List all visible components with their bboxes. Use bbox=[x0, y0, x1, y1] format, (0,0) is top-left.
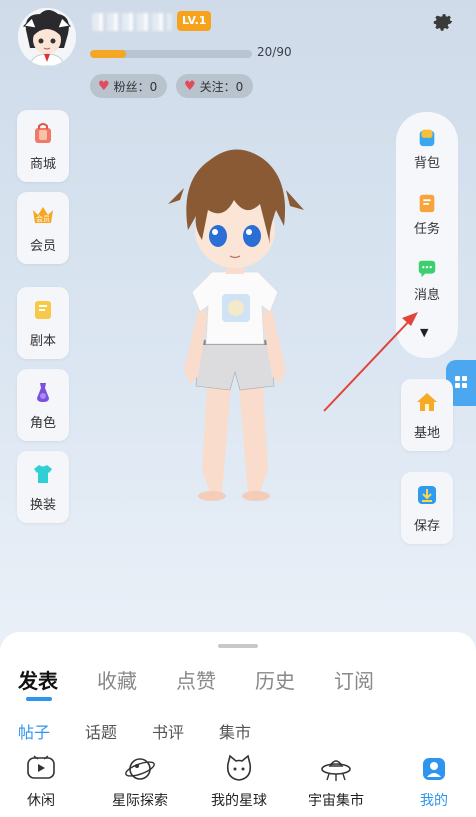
sheet-drag-handle[interactable] bbox=[218, 644, 258, 648]
follow-pill[interactable]: ♥ 关注：0 bbox=[176, 74, 254, 98]
chat-bubble-icon bbox=[418, 260, 436, 278]
level-badge: LV.1 bbox=[177, 11, 212, 31]
potion-icon bbox=[37, 382, 49, 402]
tv-icon bbox=[27, 755, 55, 779]
tshirt-icon bbox=[34, 464, 52, 483]
heart-icon: ♥ bbox=[184, 78, 196, 94]
nav-explore[interactable]: 星际探索 bbox=[100, 752, 180, 810]
nav-market-label: 宇宙集市 bbox=[308, 793, 364, 809]
nav-market[interactable]: 宇宙集市 bbox=[296, 752, 376, 810]
shopping-bag-icon bbox=[35, 122, 51, 143]
nav-mine-label: 我的 bbox=[420, 793, 448, 809]
nav-my-planet-label: 我的星球 bbox=[211, 793, 267, 809]
tab-likes[interactable]: 点赞 bbox=[176, 665, 216, 694]
message-label: 消息 bbox=[413, 288, 440, 303]
backpack-button[interactable]: 背包 bbox=[396, 126, 458, 171]
user-avatar[interactable] bbox=[18, 8, 76, 66]
script-button[interactable]: 剧本 bbox=[17, 287, 69, 359]
dress-label: 换装 bbox=[29, 497, 56, 513]
nav-leisure-label: 休闲 bbox=[27, 793, 55, 809]
fans-pill[interactable]: ♥ 粉丝：0 bbox=[90, 74, 168, 98]
nav-my-planet[interactable]: 我的星球 bbox=[199, 752, 279, 810]
gear-icon[interactable] bbox=[431, 10, 455, 34]
book-icon bbox=[35, 300, 51, 319]
script-label: 剧本 bbox=[29, 333, 56, 349]
base-label: 基地 bbox=[413, 425, 440, 441]
vip-label: 会员 bbox=[29, 238, 56, 254]
tab-favorites[interactable]: 收藏 bbox=[97, 665, 137, 694]
task-button[interactable]: 任务 bbox=[396, 192, 458, 237]
right-menu-panel: 背包 任务 消息 bbox=[396, 112, 458, 358]
save-button[interactable]: 保存 bbox=[401, 472, 453, 544]
follow-label: 关注：0 bbox=[199, 79, 244, 94]
crown-icon: 会员 bbox=[33, 206, 53, 223]
nav-mine[interactable]: 我的 bbox=[394, 752, 474, 810]
save-label: 保存 bbox=[413, 518, 440, 534]
ufo-icon bbox=[321, 760, 351, 781]
house-icon bbox=[417, 392, 437, 411]
base-button[interactable]: 基地 bbox=[401, 379, 453, 451]
task-label: 任务 bbox=[413, 222, 440, 237]
expand-caret-icon[interactable]: ▼ bbox=[420, 326, 428, 339]
svg-text:会员: 会员 bbox=[36, 214, 50, 223]
username-blurred bbox=[92, 13, 172, 31]
subtab-topics[interactable]: 话题 bbox=[85, 719, 117, 743]
dress-button[interactable]: 换装 bbox=[17, 451, 69, 523]
download-icon bbox=[418, 485, 436, 504]
subtab-posts[interactable]: 帖子 bbox=[18, 719, 50, 743]
exp-progress-bar bbox=[90, 50, 252, 58]
backpack-icon bbox=[419, 129, 435, 147]
message-button[interactable]: 消息 bbox=[396, 258, 458, 303]
subtab-reviews[interactable]: 书评 bbox=[152, 719, 184, 743]
shop-button[interactable]: 商城 bbox=[17, 110, 69, 182]
vip-button[interactable]: 会员 会员 bbox=[17, 192, 69, 264]
tab-subscribe[interactable]: 订阅 bbox=[334, 665, 374, 694]
subtab-market[interactable]: 集市 bbox=[219, 719, 251, 743]
role-button[interactable]: 角色 bbox=[17, 369, 69, 441]
fans-label: 粉丝：0 bbox=[113, 79, 158, 94]
clipboard-icon bbox=[419, 194, 435, 213]
exp-text: 20/90 bbox=[257, 45, 292, 59]
heart-icon: ♥ bbox=[98, 78, 110, 94]
backpack-label: 背包 bbox=[413, 156, 440, 171]
tab-indicator bbox=[26, 697, 52, 701]
exp-progress-fill bbox=[90, 50, 126, 58]
role-label: 角色 bbox=[29, 415, 56, 431]
shop-label: 商城 bbox=[29, 156, 56, 172]
tab-publish[interactable]: 发表 bbox=[18, 665, 58, 694]
cat-face-icon bbox=[226, 754, 252, 781]
tab-history[interactable]: 历史 bbox=[255, 665, 295, 694]
nav-leisure[interactable]: 休闲 bbox=[1, 752, 81, 810]
profile-icon bbox=[423, 758, 445, 780]
character-illustration[interactable] bbox=[150, 140, 320, 510]
planet-icon bbox=[125, 758, 155, 780]
nav-explore-label: 星际探索 bbox=[112, 793, 168, 809]
